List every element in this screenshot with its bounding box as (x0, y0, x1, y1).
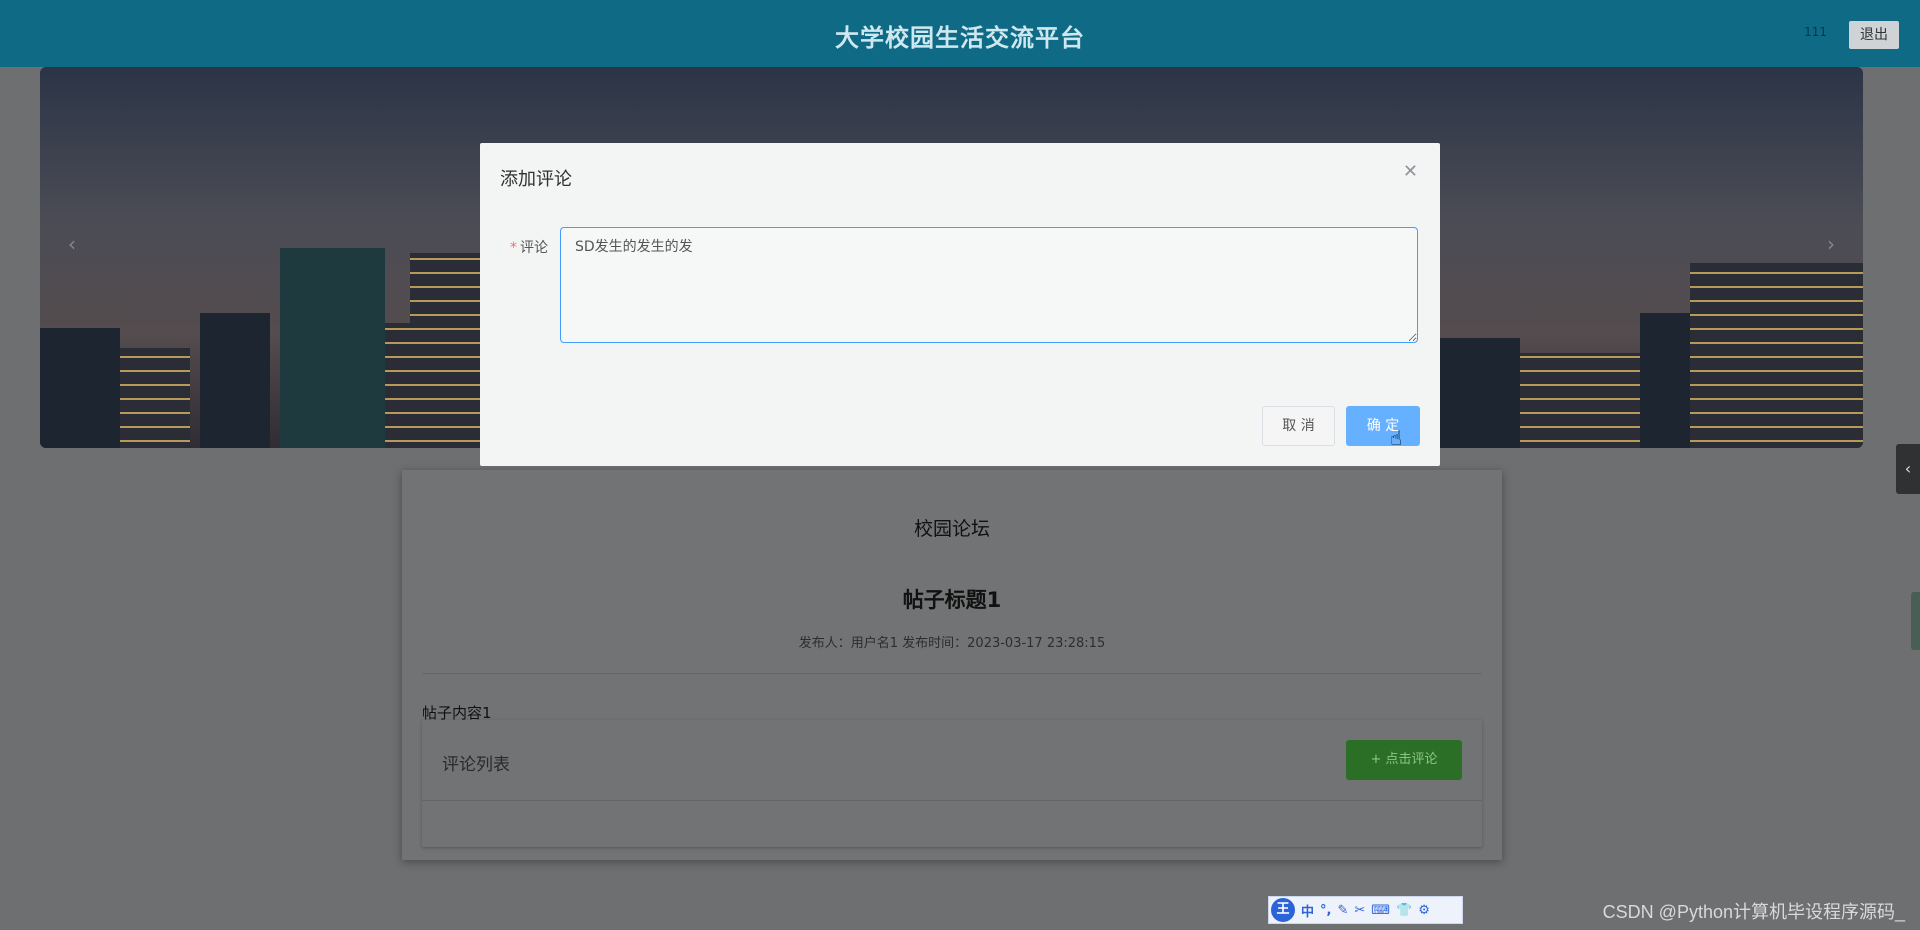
comment-textarea[interactable]: SD发生的发生的发 (560, 227, 1418, 343)
hand-pointer-icon: ☝ (1390, 426, 1403, 450)
close-icon[interactable]: ✕ (1403, 161, 1418, 182)
ime-logo-icon[interactable]: 王 (1271, 898, 1295, 922)
ime-toolbar: 王 中 °, ✎ ✂ ⌨ 👕 ⚙ (1268, 896, 1463, 924)
scissors-icon[interactable]: ✂ (1354, 903, 1365, 918)
watermark-text: CSDN @Python计算机毕设程序源码_ (1602, 902, 1905, 922)
required-asterisk: * (510, 240, 517, 256)
pen-icon[interactable]: ✎ (1337, 903, 1348, 918)
skin-icon[interactable]: 👕 (1396, 903, 1412, 918)
comment-field-label-text: 评论 (520, 240, 548, 256)
confirm-button[interactable]: 确 定 (1346, 406, 1420, 446)
cancel-button[interactable]: 取 消 (1262, 406, 1335, 446)
punctuation-icon[interactable]: °, (1320, 903, 1331, 918)
dialog-title: 添加评论 (500, 169, 572, 190)
side-collapse-tab[interactable]: ‹ (1896, 444, 1920, 494)
chinese-mode-icon[interactable]: 中 (1301, 901, 1314, 920)
comment-field-label: * 评论 (510, 237, 548, 257)
side-widget[interactable] (1911, 592, 1920, 650)
settings-icon[interactable]: ⚙ (1418, 903, 1430, 918)
keyboard-icon[interactable]: ⌨ (1371, 903, 1390, 918)
add-comment-dialog: 添加评论 ✕ * 评论 SD发生的发生的发 取 消 确 定 ☝ (480, 143, 1440, 466)
